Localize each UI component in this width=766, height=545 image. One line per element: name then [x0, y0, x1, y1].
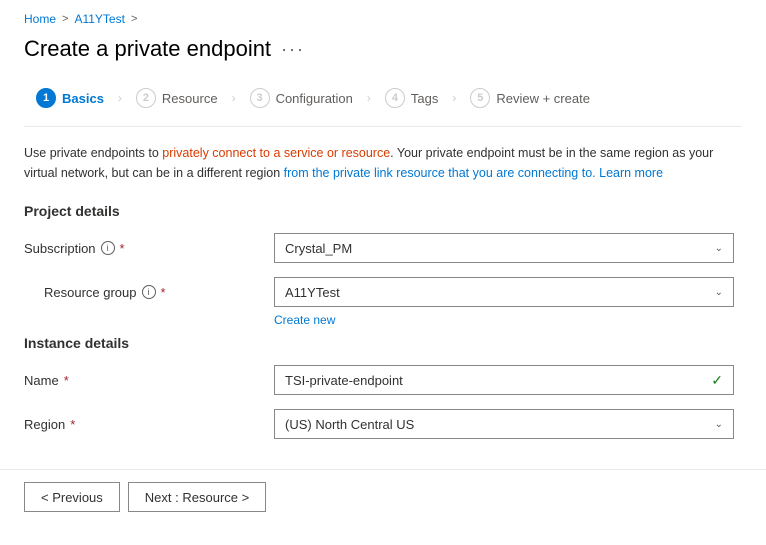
subscription-label: Subscription i — [24, 241, 274, 256]
step-3-circle: 3 — [250, 88, 270, 108]
step-1-label: Basics — [62, 91, 104, 106]
step-review[interactable]: 5 Review + create — [458, 82, 602, 114]
step-2-circle: 2 — [136, 88, 156, 108]
project-details-heading: Project details — [24, 203, 742, 219]
info-text-highlight: privately connect to a service or resour… — [162, 146, 390, 160]
step-basics[interactable]: 1 Basics — [24, 82, 116, 114]
step-tags[interactable]: 4 Tags — [373, 82, 450, 114]
breadcrumb-sep1: > — [62, 13, 68, 25]
breadcrumb: Home > A11YTest > — [24, 12, 742, 26]
step-sep-1: › — [118, 91, 122, 105]
step-2-label: Resource — [162, 91, 218, 106]
step-5-label: Review + create — [496, 91, 590, 106]
instance-details-heading: Instance details — [24, 335, 742, 351]
name-value: TSI-private-endpoint — [285, 373, 403, 388]
region-label: Region — [24, 417, 274, 432]
step-configuration[interactable]: 3 Configuration — [238, 82, 365, 114]
region-row: Region (US) North Central US ⌄ — [24, 409, 742, 439]
next-button[interactable]: Next : Resource > — [128, 482, 266, 512]
step-resource[interactable]: 2 Resource — [124, 82, 230, 114]
resource-group-dropdown[interactable]: A11YTest ⌄ — [274, 277, 734, 307]
region-dropdown[interactable]: (US) North Central US ⌄ — [274, 409, 734, 439]
learn-more-link[interactable]: Learn more — [596, 166, 663, 180]
previous-button[interactable]: < Previous — [24, 482, 120, 512]
page-container: Home > A11YTest > Create a private endpo… — [0, 0, 766, 439]
breadcrumb-home[interactable]: Home — [24, 12, 56, 26]
info-text: Use private endpoints to privately conne… — [24, 143, 724, 183]
step-5-circle: 5 — [470, 88, 490, 108]
subscription-row: Subscription i Crystal_PM ⌄ — [24, 233, 742, 263]
resource-group-label: Resource group i — [24, 285, 274, 300]
info-text-blue: from the private link resource that you … — [284, 166, 596, 180]
wizard-steps: 1 Basics › 2 Resource › 3 Configuration … — [24, 82, 742, 127]
breadcrumb-resource[interactable]: A11YTest — [74, 12, 124, 26]
create-new-link[interactable]: Create new — [274, 313, 742, 327]
name-label: Name — [24, 373, 274, 388]
resource-group-info-icon[interactable]: i — [142, 285, 156, 299]
name-input[interactable]: TSI-private-endpoint ✓ — [274, 365, 734, 395]
subscription-info-icon[interactable]: i — [101, 241, 115, 255]
breadcrumb-sep2: > — [131, 13, 137, 25]
name-row: Name TSI-private-endpoint ✓ — [24, 365, 742, 395]
resource-group-value: A11YTest — [285, 285, 340, 300]
resource-group-row: Resource group i A11YTest ⌄ — [24, 277, 742, 307]
subscription-value: Crystal_PM — [285, 241, 352, 256]
step-sep-3: › — [367, 91, 371, 105]
step-1-circle: 1 — [36, 88, 56, 108]
more-options-button[interactable]: ··· — [281, 39, 305, 60]
step-3-label: Configuration — [276, 91, 353, 106]
resource-group-dropdown-arrow: ⌄ — [715, 287, 723, 298]
name-valid-icon: ✓ — [711, 372, 723, 389]
step-sep-2: › — [232, 91, 236, 105]
subscription-dropdown-arrow: ⌄ — [715, 243, 723, 254]
step-4-circle: 4 — [385, 88, 405, 108]
page-title: Create a private endpoint — [24, 36, 271, 62]
region-value: (US) North Central US — [285, 417, 414, 432]
bottom-actions: < Previous Next : Resource > — [0, 470, 766, 524]
info-text-1: Use private endpoints to — [24, 146, 162, 160]
page-title-row: Create a private endpoint ··· — [24, 36, 742, 62]
subscription-dropdown[interactable]: Crystal_PM ⌄ — [274, 233, 734, 263]
step-sep-4: › — [452, 91, 456, 105]
step-4-label: Tags — [411, 91, 438, 106]
region-dropdown-arrow: ⌄ — [715, 419, 723, 430]
